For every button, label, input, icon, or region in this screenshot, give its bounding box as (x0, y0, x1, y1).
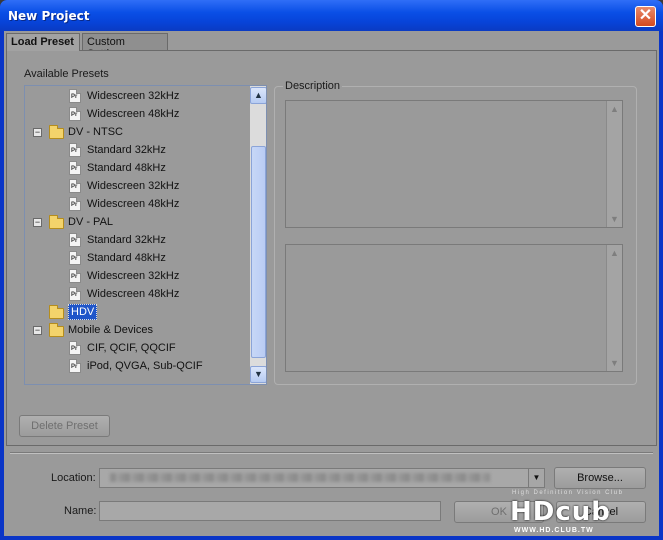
preset-file-icon: Pr (69, 359, 81, 373)
preset-label: iPod, QVGA, Sub-QCIF (87, 360, 203, 372)
tree-preset-row[interactable]: Pr Widescreen 32kHz (25, 267, 249, 285)
preset-file-icon: Pr (69, 251, 81, 265)
folder-label: HDV (68, 304, 98, 320)
folder-icon (49, 215, 64, 229)
tab-load-preset[interactable]: Load Preset (6, 33, 80, 51)
description-bottom-scrollbar[interactable]: ▲ ▼ (606, 245, 622, 371)
watermark-logo: HDcub (510, 497, 611, 527)
tree-preset-row[interactable]: Pr Standard 32kHz (25, 141, 249, 159)
folder-label: DV - PAL (68, 216, 114, 228)
tree-preset-row[interactable]: Pr Widescreen 48kHz (25, 195, 249, 213)
title-bar[interactable]: New Project ✕ (0, 0, 663, 31)
preset-file-icon: Pr (69, 197, 81, 211)
chevron-down-icon: ▼ (254, 369, 263, 379)
preset-label: Standard 32kHz (87, 234, 166, 246)
tree-preset-row[interactable]: Pr Widescreen 48kHz (25, 105, 249, 123)
preset-file-icon: Pr (69, 107, 81, 121)
scroll-down-icon[interactable]: ▼ (607, 211, 622, 227)
preset-file-icon: Pr (69, 143, 81, 157)
preset-file-icon: Pr (69, 179, 81, 193)
watermark: High Definition Vision Club HDcub WWW.HD… (510, 490, 656, 535)
presets-tree[interactable]: Pr Widescreen 32kHz Pr Widescreen 48kHz − DV … (24, 85, 267, 385)
close-button[interactable]: ✕ (635, 6, 656, 27)
tree-folder-row[interactable]: − Mobile & Devices (25, 321, 249, 339)
name-input[interactable] (99, 501, 441, 521)
tree-folder-row[interactable]: − DV - PAL (25, 213, 249, 231)
preset-label: Standard 48kHz (87, 162, 166, 174)
preset-label: Widescreen 48kHz (87, 288, 180, 300)
dialog-client-area: Load Preset Custom Settings Available Pr… (4, 31, 659, 536)
collapse-toggle-icon[interactable]: − (33, 326, 42, 335)
folder-label: Mobile & Devices (68, 324, 153, 336)
preset-label: CIF, QCIF, QQCIF (87, 342, 176, 354)
chevron-up-icon: ▲ (254, 90, 263, 100)
watermark-tagline: High Definition Vision Club (512, 490, 624, 496)
preset-label: Widescreen 32kHz (87, 180, 180, 192)
tree-folder-row[interactable]: HDV (25, 303, 249, 321)
preset-file-icon: Pr (69, 341, 81, 355)
tree-preset-row[interactable]: Pr Standard 32kHz (25, 231, 249, 249)
scroll-up-icon[interactable]: ▲ (607, 245, 622, 261)
preset-label: Widescreen 48kHz (87, 198, 180, 210)
tree-preset-row[interactable]: Pr Widescreen 48kHz (25, 285, 249, 303)
folder-icon (49, 323, 64, 337)
available-presets-label: Available Presets (24, 68, 109, 80)
preset-file-icon: Pr (69, 89, 81, 103)
tree-preset-row[interactable]: Pr Widescreen 32kHz (25, 87, 249, 105)
dropdown-arrow[interactable]: ▼ (528, 469, 544, 487)
new-project-window: New Project ✕ Load Preset Custom Setting… (0, 0, 663, 540)
scroll-thumb[interactable] (251, 146, 266, 358)
folder-icon (49, 305, 64, 319)
tab-custom-settings[interactable]: Custom Settings (82, 33, 168, 60)
tree-folder-row[interactable]: − DV - NTSC (25, 123, 249, 141)
description-label: Description (283, 80, 343, 92)
collapse-toggle-icon[interactable]: − (33, 128, 42, 137)
window-title: New Project (8, 9, 90, 23)
scroll-down-icon[interactable]: ▼ (607, 355, 622, 371)
tree-preset-row[interactable]: Pr Standard 48kHz (25, 249, 249, 267)
preset-label: Widescreen 32kHz (87, 90, 180, 102)
preset-label: Standard 48kHz (87, 252, 166, 264)
description-box-bottom[interactable]: ▲ ▼ (285, 244, 623, 372)
location-path-obscured (110, 473, 490, 482)
tree-preset-row[interactable]: Pr Standard 48kHz (25, 159, 249, 177)
preset-label: Widescreen 32kHz (87, 270, 180, 282)
description-top-scrollbar[interactable]: ▲ ▼ (606, 101, 622, 227)
preset-label: Widescreen 48kHz (87, 108, 180, 120)
folder-icon (49, 125, 64, 139)
folder-label: DV - NTSC (68, 126, 123, 138)
preset-file-icon: Pr (69, 161, 81, 175)
preset-file-icon: Pr (69, 269, 81, 283)
tree-preset-row[interactable]: Pr iPod, QVGA, Sub-QCIF (25, 357, 249, 375)
tree-preset-row[interactable]: Pr CIF, QCIF, QQCIF (25, 339, 249, 357)
close-icon: ✕ (638, 7, 653, 24)
scroll-down-button[interactable]: ▼ (250, 366, 266, 383)
location-label: Location: (51, 472, 96, 484)
watermark-url: WWW.HD.CLUB.TW (514, 527, 594, 534)
preset-label: Standard 32kHz (87, 144, 166, 156)
tree-preset-row[interactable]: Pr Widescreen 32kHz (25, 177, 249, 195)
separator (10, 452, 653, 454)
scroll-up-button[interactable]: ▲ (250, 87, 266, 104)
location-dropdown[interactable]: ▼ (99, 468, 545, 488)
name-label: Name: (64, 505, 97, 517)
collapse-toggle-icon[interactable]: − (33, 218, 42, 227)
preset-file-icon: Pr (69, 287, 81, 301)
chevron-down-icon: ▼ (532, 473, 541, 482)
tree-scrollbar[interactable]: ▲ ▼ (250, 86, 266, 384)
browse-button[interactable]: Browse... (554, 467, 646, 489)
delete-preset-button[interactable]: Delete Preset (19, 415, 110, 437)
description-box-top[interactable]: ▲ ▼ (285, 100, 623, 228)
scroll-up-icon[interactable]: ▲ (607, 101, 622, 117)
preset-file-icon: Pr (69, 233, 81, 247)
